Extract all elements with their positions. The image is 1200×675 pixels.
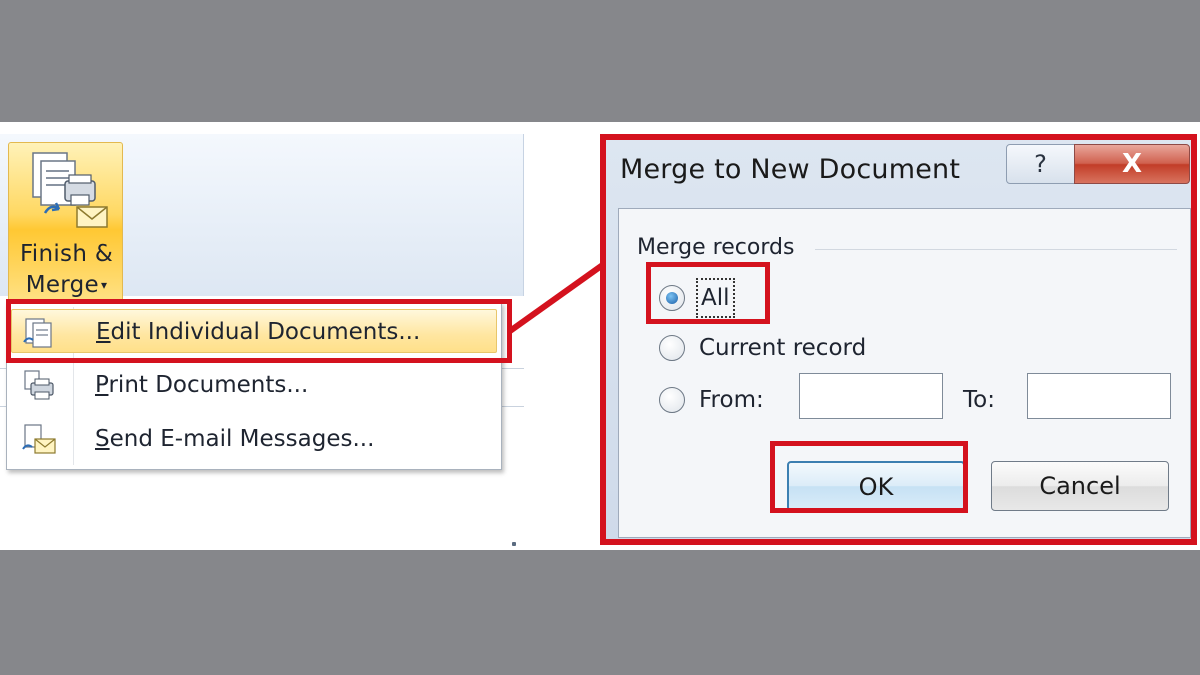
cancel-button[interactable]: Cancel	[991, 461, 1169, 511]
close-button[interactable]: X	[1074, 144, 1190, 184]
print-documents-icon	[24, 370, 54, 400]
ruler-marker	[512, 542, 516, 546]
all-option-highlight-box	[646, 262, 770, 324]
merge-text: Merge	[25, 272, 99, 298]
help-icon: ?	[1034, 150, 1047, 178]
close-icon: X	[1121, 149, 1143, 179]
from-input[interactable]	[799, 373, 943, 419]
finish-merge-icon	[32, 152, 108, 228]
edit-item-highlight-box	[6, 299, 512, 363]
to-label: To:	[963, 387, 995, 413]
finish-merge-button[interactable]: Finish & Merge ▾	[8, 142, 123, 302]
from-radio-label: From:	[699, 387, 764, 413]
to-input[interactable]	[1027, 373, 1171, 419]
ok-button-highlight-box	[770, 441, 968, 513]
menu-item-label: Send E-mail Messages...	[95, 426, 375, 452]
merge-records-group-label: Merge records	[637, 235, 795, 260]
email-messages-icon	[22, 424, 56, 454]
group-separator	[815, 249, 1177, 250]
from-radio-button[interactable]	[659, 387, 685, 413]
menu-item-print-documents[interactable]: Print Documents...	[11, 363, 497, 407]
current-record-radio-label: Current record	[699, 335, 867, 361]
menu-item-send-email-messages[interactable]: Send E-mail Messages...	[11, 417, 497, 461]
dropdown-arrow-icon: ▾	[100, 278, 108, 292]
dialog-title: Merge to New Document	[620, 154, 961, 185]
finish-merge-label: Finish & Merge ▾	[19, 241, 114, 298]
menu-item-label: Print Documents...	[95, 372, 309, 398]
help-button[interactable]: ?	[1006, 144, 1075, 184]
current-record-radio-button[interactable]	[659, 335, 685, 361]
